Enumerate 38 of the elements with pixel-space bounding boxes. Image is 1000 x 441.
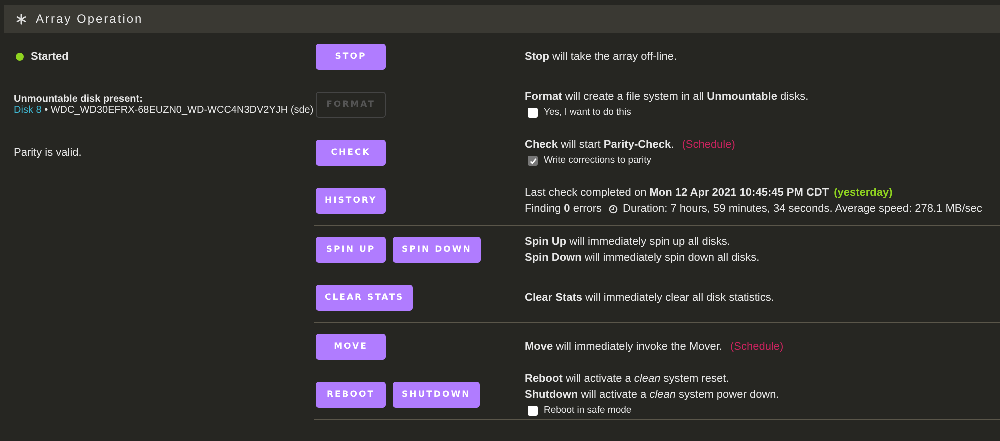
description-text: Last check completed on Mon 12 Apr 2021 10:45:45 PM CDT — [525, 186, 830, 201]
action-button[interactable]: SPIN UP — [316, 237, 386, 263]
action-button[interactable]: CLEAR STATS — [316, 285, 414, 311]
description-text: Check will start Parity-Check. — [525, 138, 674, 153]
action-button[interactable]: STOP — [316, 44, 386, 70]
schedule-link[interactable]: (Schedule) — [682, 137, 736, 153]
action-button[interactable]: MOVE — [316, 334, 386, 360]
disk-name: • WDC_WD30EFRX-68EUZN0_WD-WCC4N3DV2YJH (sde) — [44, 105, 314, 116]
description-text: Finding 0 errors — [525, 202, 602, 217]
status-text: Parity is valid. — [14, 147, 82, 159]
action-button[interactable]: CHECK — [316, 140, 386, 166]
description-text: Stop will take the array off-line. — [525, 50, 678, 65]
description-text: Move will immediately invoke the Mover. — [525, 340, 722, 355]
description-text: Reboot will activate a clean system reset. — [525, 372, 730, 387]
checkbox[interactable] — [528, 156, 538, 166]
disk-link[interactable]: Disk 8 — [14, 105, 42, 116]
status-text: Started — [31, 51, 69, 63]
checkbox-label: Write corrections to parity — [544, 154, 652, 168]
action-button[interactable]: SPIN DOWN — [393, 237, 481, 263]
duration-text: Duration: 7 hours, 59 minutes, 34 seconds. Average speed: 278.1 MB/sec — [623, 202, 982, 217]
relative-date: (yesterday) — [834, 186, 893, 201]
description-text: Clear Stats will immediately clear all disk statistics. — [525, 291, 774, 306]
checkbox[interactable] — [528, 108, 538, 118]
description-text: Format will create a file system in all Unmountable disks. — [525, 90, 809, 105]
checkbox-label: Reboot in safe mode — [544, 404, 632, 418]
description-text: Shutdown will activate a clean system power down. — [525, 388, 780, 403]
snowflake-icon — [16, 14, 27, 24]
clock-icon — [609, 204, 618, 214]
action-button[interactable]: REBOOT — [316, 382, 386, 408]
section-title: Array Operation — [36, 12, 144, 26]
description-text: Spin Up will immediately spin up all disks. — [525, 235, 730, 250]
description-text: Spin Down will immediately spin down all disks. — [525, 251, 760, 266]
schedule-link[interactable]: (Schedule) — [730, 339, 784, 355]
action-button[interactable]: HISTORY — [316, 188, 386, 214]
checkbox[interactable] — [528, 406, 538, 416]
warning-title: Unmountable disk present: — [14, 94, 144, 105]
checkbox-label: Yes, I want to do this — [544, 106, 632, 120]
action-button[interactable]: SHUTDOWN — [393, 382, 480, 408]
